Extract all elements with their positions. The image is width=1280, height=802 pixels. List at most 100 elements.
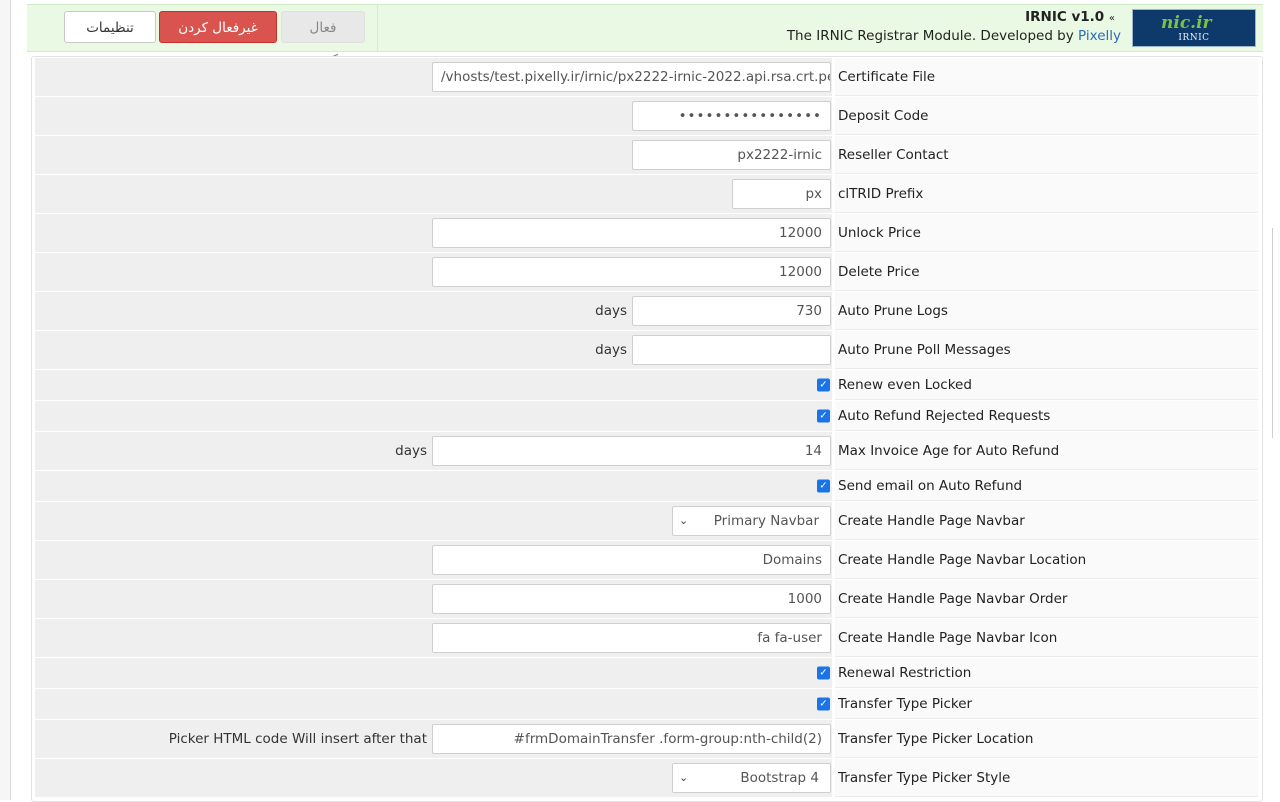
row-auto-refund-rejected: ✓ Auto Refund Rejected Requests xyxy=(35,401,1258,432)
field-cell: ✓ xyxy=(35,401,832,431)
auto-refund-rejected-checkbox[interactable]: ✓ xyxy=(817,409,830,423)
cltrid-prefix-label: clTRID Prefix xyxy=(838,185,924,202)
field-cell: ✓ xyxy=(35,471,832,501)
disable-button[interactable]: غیرفعال کردن xyxy=(159,11,277,43)
logo-mark: nic.ir xyxy=(1161,13,1212,33)
row-reseller-contact: px2222-irnic Reseller Contact xyxy=(35,136,1258,175)
handle-navbar-order-label: Create Handle Page Navbar Order xyxy=(838,590,1068,607)
auto-prune-logs-suffix: days xyxy=(595,303,627,319)
irnic-logo: nic.ir IRNIC xyxy=(1132,9,1256,47)
send-email-refund-label: Send email on Auto Refund xyxy=(838,477,1023,494)
label-cell: Auto Prune Logs xyxy=(835,292,1258,330)
handle-navbar-icon-input[interactable]: fa fa-user xyxy=(432,623,831,653)
field-cell: ✓ xyxy=(35,370,832,400)
cltrid-prefix-input[interactable]: px xyxy=(732,179,831,209)
module-header: تنظیمات غیرفعال کردن فعال کردن IRNIC v1.… xyxy=(27,4,1263,68)
developer-link[interactable]: Pixelly xyxy=(1078,28,1121,44)
module-title-mark: « xyxy=(1108,13,1115,24)
unlock-price-label: Unlock Price xyxy=(838,224,921,241)
field-cell: days 730 xyxy=(35,292,832,330)
settings-button[interactable]: تنظیمات xyxy=(64,11,156,43)
field-cell: days 14 xyxy=(35,432,832,470)
certificate-file-input[interactable]: /vhosts/test.pixelly.ir/irnic/px2222-irn… xyxy=(432,62,831,92)
label-cell: Unlock Price xyxy=(835,214,1258,252)
handle-navbar-icon-label: Create Handle Page Navbar Icon xyxy=(838,629,1058,646)
row-transfer-type-picker: ✓ Transfer Type Picker xyxy=(35,689,1258,720)
deposit-code-input[interactable]: •••••••••••••••• xyxy=(632,101,831,131)
renewal-restriction-label: Renewal Restriction xyxy=(838,664,972,681)
handle-navbar-order-input[interactable]: 1000 xyxy=(432,584,831,614)
field-cell: px2222-irnic xyxy=(35,136,832,174)
field-cell: 12000 xyxy=(35,253,832,291)
row-auto-prune-logs: days 730 Auto Prune Logs xyxy=(35,292,1258,331)
transfer-type-picker-label: Transfer Type Picker xyxy=(838,695,973,712)
renew-even-locked-label: Renew even Locked xyxy=(838,376,972,393)
max-invoice-age-input[interactable]: 14 xyxy=(432,436,831,466)
row-handle-navbar: Primary Navbar ⌄ Create Handle Page Navb… xyxy=(35,502,1258,541)
transfer-picker-location-label: Transfer Type Picker Location xyxy=(838,730,1034,747)
label-cell: Create Handle Page Navbar xyxy=(835,502,1258,540)
settings-table: /vhosts/test.pixelly.ir/irnic/px2222-irn… xyxy=(31,56,1263,802)
reseller-contact-input[interactable]: px2222-irnic xyxy=(632,140,831,170)
unlock-price-input[interactable]: 12000 xyxy=(432,218,831,248)
module-title-text: IRNIC v1.0 xyxy=(1025,9,1105,25)
label-cell: Certificate File xyxy=(835,58,1258,96)
certificate-file-label: Certificate File xyxy=(838,68,936,85)
reseller-contact-label: Reseller Contact xyxy=(838,146,949,163)
label-cell: Create Handle Page Navbar Icon xyxy=(835,619,1258,657)
label-cell: Create Handle Page Navbar Location xyxy=(835,541,1258,579)
max-invoice-age-suffix: days xyxy=(395,443,427,459)
chevron-down-icon: ⌄ xyxy=(679,771,689,784)
handle-navbar-location-input[interactable]: Domains xyxy=(432,545,831,575)
field-cell: 1000 xyxy=(35,580,832,618)
field-cell: fa fa-user xyxy=(35,619,832,657)
field-cell: days xyxy=(35,331,832,369)
label-cell: Transfer Type Picker Style xyxy=(835,759,1258,797)
label-cell: Send email on Auto Refund xyxy=(835,471,1258,501)
module-description-text: The IRNIC Registrar Module. Developed by xyxy=(786,28,1074,44)
label-cell: Reseller Contact xyxy=(835,136,1258,174)
row-max-invoice-age: days 14 Max Invoice Age for Auto Refund xyxy=(35,432,1258,471)
transfer-picker-location-input[interactable]: #frmDomainTransfer .form-group:nth-child… xyxy=(432,724,831,754)
handle-navbar-label: Create Handle Page Navbar xyxy=(838,512,1025,529)
label-cell: Delete Price xyxy=(835,253,1258,291)
transfer-picker-style-select[interactable]: Bootstrap 4 ⌄ xyxy=(672,763,831,793)
label-cell: Transfer Type Picker xyxy=(835,689,1258,719)
handle-navbar-select[interactable]: Primary Navbar ⌄ xyxy=(672,506,831,536)
row-cltrid-prefix: px clTRID Prefix xyxy=(35,175,1258,214)
row-handle-navbar-location: Domains Create Handle Page Navbar Locati… xyxy=(35,541,1258,580)
row-transfer-picker-location: Picker HTML code Will insert after that … xyxy=(35,720,1258,759)
renew-even-locked-checkbox[interactable]: ✓ xyxy=(817,378,830,392)
chevron-down-icon: ⌄ xyxy=(679,514,689,527)
auto-prune-logs-input[interactable]: 730 xyxy=(632,296,831,326)
send-email-refund-checkbox[interactable]: ✓ xyxy=(817,479,830,493)
label-cell: Create Handle Page Navbar Order xyxy=(835,580,1258,618)
field-cell: 12000 xyxy=(35,214,832,252)
row-unlock-price: 12000 Unlock Price xyxy=(35,214,1258,253)
label-cell: Transfer Type Picker Location xyxy=(835,720,1258,758)
label-cell: Max Invoice Age for Auto Refund xyxy=(835,432,1258,470)
row-handle-navbar-order: 1000 Create Handle Page Navbar Order xyxy=(35,580,1258,619)
enable-button[interactable]: فعال کردن xyxy=(281,11,365,68)
scrollbar[interactable] xyxy=(1272,228,1279,438)
label-cell: Auto Refund Rejected Requests xyxy=(835,401,1258,431)
deposit-code-label: Deposit Code xyxy=(838,107,929,124)
row-renew-even-locked: ✓ Renew even Locked xyxy=(35,370,1258,401)
handle-navbar-location-label: Create Handle Page Navbar Location xyxy=(838,551,1087,568)
renewal-restriction-checkbox[interactable]: ✓ xyxy=(817,666,830,680)
delete-price-label: Delete Price xyxy=(838,263,920,280)
field-cell: ✓ xyxy=(35,689,832,719)
field-cell: Primary Navbar ⌄ xyxy=(35,502,832,540)
auto-prune-logs-label: Auto Prune Logs xyxy=(838,302,948,319)
label-cell: Deposit Code xyxy=(835,97,1258,135)
delete-price-input[interactable]: 12000 xyxy=(432,257,831,287)
max-invoice-age-label: Max Invoice Age for Auto Refund xyxy=(838,442,1060,459)
label-cell: Renew even Locked xyxy=(835,370,1258,400)
auto-prune-poll-input[interactable] xyxy=(632,335,831,365)
transfer-picker-style-label: Transfer Type Picker Style xyxy=(838,769,1011,786)
row-send-email-refund: ✓ Send email on Auto Refund xyxy=(35,471,1258,502)
transfer-picker-location-suffix: Picker HTML code Will insert after that xyxy=(168,731,427,747)
label-cell: Auto Prune Poll Messages xyxy=(835,331,1258,369)
transfer-type-picker-checkbox[interactable]: ✓ xyxy=(817,697,830,711)
label-cell: Renewal Restriction xyxy=(835,658,1258,688)
